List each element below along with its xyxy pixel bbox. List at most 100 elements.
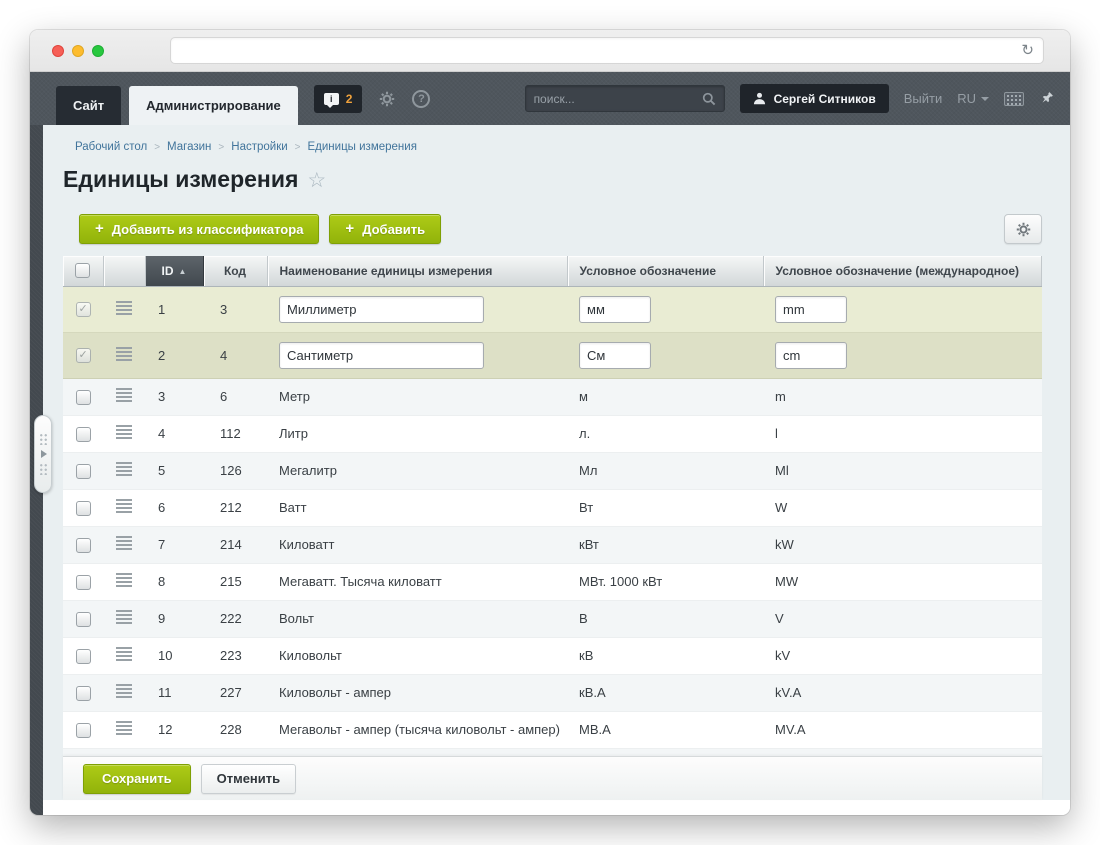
grid-settings-button[interactable] <box>1004 214 1042 244</box>
row-symbol-intl: kV.A <box>763 674 1042 711</box>
row-checkbox[interactable] <box>76 723 91 738</box>
row-symbol-intl: kW <box>763 526 1042 563</box>
symbol-input[interactable] <box>579 296 651 323</box>
table-row: 8 215 Мегаватт. Тысяча киловатт МВт. 100… <box>63 563 1042 600</box>
row-checkbox[interactable] <box>76 501 91 516</box>
header-select-all-cell <box>63 256 103 286</box>
table-row: 11 227 Киловольт - ампер кВ.А kV.A <box>63 674 1042 711</box>
maximize-window-button[interactable] <box>92 45 104 57</box>
close-window-button[interactable] <box>52 45 64 57</box>
name-input[interactable] <box>279 296 484 323</box>
column-header-id[interactable]: ID▲ <box>145 256 203 286</box>
row-name: Мегавольт - ампер (тысяча киловольт - ам… <box>267 711 567 748</box>
admin-header: Сайт Администрирование i 2 ? <box>30 72 1070 125</box>
row-checkbox[interactable] <box>76 686 91 701</box>
breadcrumb-desktop[interactable]: Рабочий стол <box>75 141 147 153</box>
search-input[interactable] <box>534 92 702 106</box>
row-checkbox[interactable] <box>76 427 91 442</box>
breadcrumb-units[interactable]: Единицы измерения <box>308 141 417 153</box>
row-id: 7 <box>145 526 203 563</box>
drag-handle-icon[interactable] <box>116 721 132 735</box>
add-from-classifier-button[interactable]: + Добавить из классификатора <box>79 214 319 244</box>
search-icon[interactable] <box>702 92 716 106</box>
expand-menu-handle[interactable] <box>34 415 52 493</box>
page-title: Единицы измерения <box>63 166 298 193</box>
column-header-name[interactable]: Наименование единицы измерения <box>267 256 567 286</box>
breadcrumb-separator: > <box>295 142 301 153</box>
column-header-symbol[interactable]: Условное обозначение <box>567 256 763 286</box>
drag-handle-icon[interactable] <box>116 388 132 402</box>
reload-icon[interactable]: ↻ <box>1021 43 1034 58</box>
hotkeys-keyboard-icon[interactable] <box>1004 92 1024 106</box>
row-checkbox[interactable] <box>76 612 91 627</box>
row-name: Квар <box>267 748 567 756</box>
drag-handle-icon[interactable] <box>116 647 132 661</box>
breadcrumb-settings[interactable]: Настройки <box>231 141 287 153</box>
row-symbol <box>567 332 763 378</box>
name-input[interactable] <box>279 342 484 369</box>
row-checkbox[interactable] <box>76 302 91 317</box>
settings-gear-icon[interactable] <box>379 91 395 107</box>
bottom-strip <box>43 800 1070 815</box>
row-checkbox[interactable] <box>76 348 91 363</box>
header-search <box>525 85 725 112</box>
tab-administration[interactable]: Администрирование <box>129 86 298 125</box>
row-code: 227 <box>203 674 267 711</box>
drag-handle-icon[interactable] <box>116 610 132 624</box>
row-checkbox[interactable] <box>76 575 91 590</box>
drag-handle-icon[interactable] <box>116 684 132 698</box>
row-name: Вольт <box>267 600 567 637</box>
notification-bubble-icon: i <box>324 93 339 105</box>
drag-handle-icon[interactable] <box>116 536 132 550</box>
symbol-intl-input[interactable] <box>775 296 847 323</box>
drag-handle-icon[interactable] <box>116 301 132 315</box>
select-all-checkbox[interactable] <box>75 263 90 278</box>
save-bar: Сохранить Отменить <box>63 756 1042 800</box>
drag-handle-icon[interactable] <box>116 499 132 513</box>
column-header-code[interactable]: Код <box>203 256 267 286</box>
row-symbol-intl <box>763 286 1042 332</box>
tab-site[interactable]: Сайт <box>56 86 121 125</box>
drag-handle-icon[interactable] <box>116 347 132 361</box>
language-selector[interactable]: RU <box>957 91 989 106</box>
drag-handle-icon[interactable] <box>116 462 132 476</box>
cancel-button[interactable]: Отменить <box>201 764 297 794</box>
row-code: 222 <box>203 600 267 637</box>
row-checkbox[interactable] <box>76 390 91 405</box>
symbol-input[interactable] <box>579 342 651 369</box>
row-symbol-intl: V <box>763 600 1042 637</box>
row-symbol-intl <box>763 332 1042 378</box>
user-menu-button[interactable]: Сергей Ситников <box>740 84 889 113</box>
minimize-window-button[interactable] <box>72 45 84 57</box>
breadcrumb-shop[interactable]: Магазин <box>167 141 211 153</box>
symbol-intl-input[interactable] <box>775 342 847 369</box>
row-symbol: МВт. 1000 кВт <box>567 563 763 600</box>
row-id: 1 <box>145 286 203 332</box>
row-checkbox[interactable] <box>76 464 91 479</box>
expand-arrow-icon <box>41 450 47 458</box>
pin-icon[interactable] <box>1039 91 1054 106</box>
browser-chrome: ↻ <box>30 30 1070 72</box>
row-id: 10 <box>145 637 203 674</box>
address-bar[interactable]: ↻ <box>170 37 1044 64</box>
favorite-star-icon[interactable]: ☆ <box>307 168 326 193</box>
row-code: 126 <box>203 452 267 489</box>
drag-handle-icon[interactable] <box>116 573 132 587</box>
table-row: 12 228 Мегавольт - ампер (тысяча киловол… <box>63 711 1042 748</box>
logout-link[interactable]: Выйти <box>904 91 943 106</box>
add-button[interactable]: + Добавить <box>329 214 441 244</box>
row-symbol-intl: m <box>763 378 1042 415</box>
table-row: 7 214 Киловатт кВт kW <box>63 526 1042 563</box>
row-code: 3 <box>203 286 267 332</box>
row-checkbox[interactable] <box>76 649 91 664</box>
row-code: 230 <box>203 748 267 756</box>
notifications-button[interactable]: i 2 <box>314 85 363 113</box>
row-checkbox[interactable] <box>76 538 91 553</box>
save-button[interactable]: Сохранить <box>83 764 191 794</box>
row-name: Мегаватт. Тысяча киловатт <box>267 563 567 600</box>
row-symbol-intl: MV.A <box>763 711 1042 748</box>
column-header-symbol-intl[interactable]: Условное обозначение (международное) <box>763 256 1042 286</box>
help-icon[interactable]: ? <box>412 90 430 108</box>
drag-handle-icon[interactable] <box>116 425 132 439</box>
row-name: Киловольт <box>267 637 567 674</box>
